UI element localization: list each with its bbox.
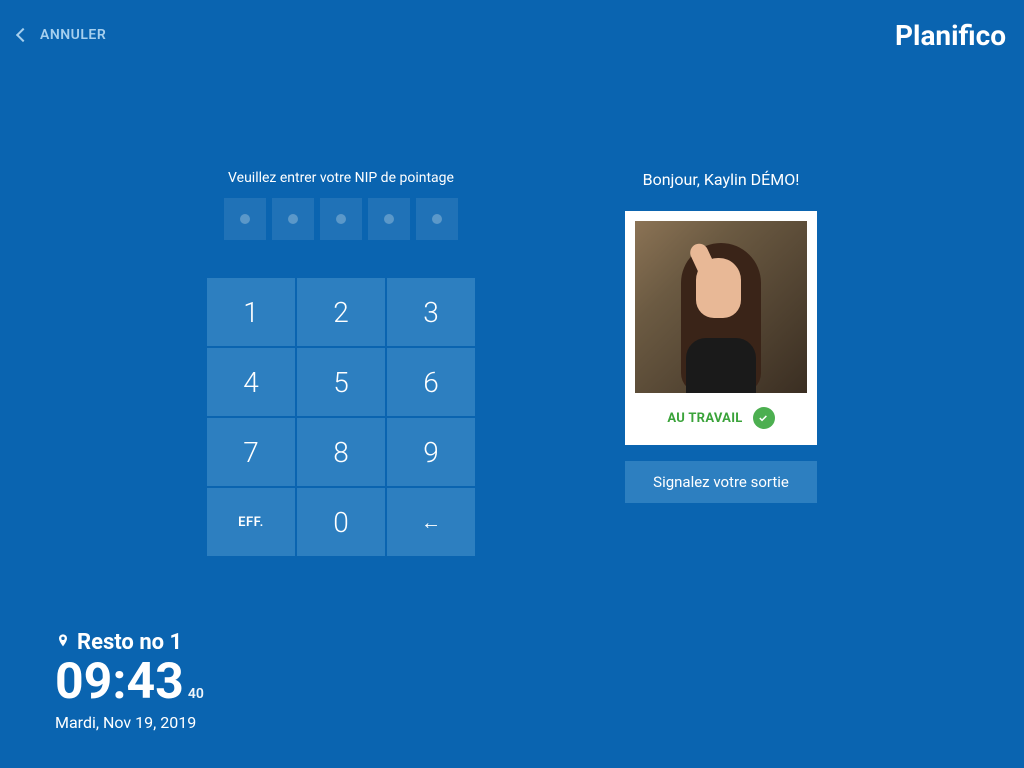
pin-slot <box>416 198 458 240</box>
pin-dot-icon <box>384 214 394 224</box>
keypad-instruction: Veuillez entrer votre NIP de pointage <box>228 170 454 186</box>
pin-slot <box>224 198 266 240</box>
pin-dot-icon <box>288 214 298 224</box>
keypad-key-4[interactable]: 4 <box>207 348 295 416</box>
pin-slot <box>320 198 362 240</box>
keypad-key-8[interactable]: 8 <box>297 418 385 486</box>
greeting-text: Bonjour, Kaylin DÉMO! <box>643 170 800 189</box>
pin-slot <box>272 198 314 240</box>
location-row: Resto no 1 <box>55 630 204 655</box>
header: ANNULER Planifico <box>0 0 1024 70</box>
keypad-key-5[interactable]: 5 <box>297 348 385 416</box>
keypad-key-2[interactable]: 2 <box>297 278 385 346</box>
backspace-icon: ← <box>421 510 441 535</box>
avatar-figure <box>661 233 781 393</box>
clock-hhmm: 09:43 <box>55 657 184 707</box>
cancel-label: ANNULER <box>40 27 106 43</box>
user-column: Bonjour, Kaylin DÉMO! AU TRAVAIL Signale… <box>625 170 817 556</box>
keypad-key-0[interactable]: 0 <box>297 488 385 556</box>
brand-title: Planifico <box>895 19 1006 52</box>
keypad-clear-button[interactable]: EFF. <box>207 488 295 556</box>
numeric-keypad: 1 2 3 4 5 6 7 8 9 EFF. 0 ← <box>207 278 475 556</box>
keypad-key-7[interactable]: 7 <box>207 418 295 486</box>
pin-dot-icon <box>240 214 250 224</box>
pin-dot-icon <box>336 214 346 224</box>
chevron-left-icon <box>16 28 30 42</box>
cancel-button[interactable]: ANNULER <box>18 27 106 43</box>
pin-dot-icon <box>432 214 442 224</box>
location-name: Resto no 1 <box>77 630 182 655</box>
main-content: Veuillez entrer votre NIP de pointage 1 … <box>0 170 1024 556</box>
user-avatar <box>635 221 807 393</box>
sign-out-button[interactable]: Signalez votre sortie <box>625 461 817 503</box>
keypad-key-1[interactable]: 1 <box>207 278 295 346</box>
pin-slot <box>368 198 410 240</box>
user-card: AU TRAVAIL <box>625 211 817 445</box>
map-pin-icon <box>55 631 71 655</box>
pin-indicator-row <box>224 198 458 240</box>
clock-row: 09:43 40 <box>55 657 204 707</box>
check-circle-icon <box>753 407 775 429</box>
keypad-key-9[interactable]: 9 <box>387 418 475 486</box>
clock-seconds: 40 <box>188 686 204 702</box>
status-label: AU TRAVAIL <box>667 411 742 426</box>
footer: Resto no 1 09:43 40 Mardi, Nov 19, 2019 <box>55 630 204 732</box>
date-text: Mardi, Nov 19, 2019 <box>55 713 204 732</box>
keypad-backspace-button[interactable]: ← <box>387 488 475 556</box>
keypad-key-6[interactable]: 6 <box>387 348 475 416</box>
status-row: AU TRAVAIL <box>667 407 774 429</box>
keypad-key-3[interactable]: 3 <box>387 278 475 346</box>
keypad-column: Veuillez entrer votre NIP de pointage 1 … <box>207 170 475 556</box>
